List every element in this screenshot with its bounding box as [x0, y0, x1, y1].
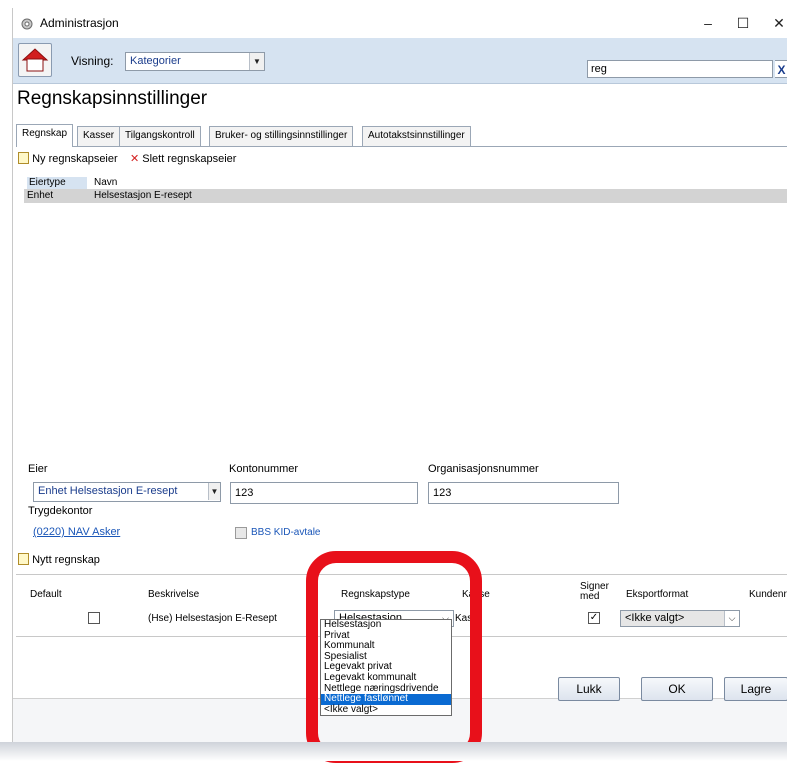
new-document-icon [18, 152, 29, 164]
lagre-button[interactable]: Lagre [724, 677, 787, 701]
column-signer: Signer med [580, 581, 609, 602]
column-beskrivelse: Beskrivelse [148, 589, 200, 600]
close-button[interactable]: ✕ [765, 12, 787, 34]
eier-select[interactable]: Enhet Helsestasjon E-resept ▼ [33, 482, 221, 502]
column-default: Default [30, 589, 62, 600]
tab-regnskap[interactable]: Regnskap [16, 124, 74, 147]
maximize-button[interactable]: ☐ [729, 12, 757, 34]
search-clear-button[interactable]: X [775, 60, 787, 78]
column-navn[interactable]: Navn [94, 177, 117, 188]
window-title: Administrasjon [40, 16, 119, 30]
lukk-button[interactable]: Lukk [558, 677, 620, 701]
column-eiertype[interactable]: Eiertype [27, 177, 87, 189]
orgnr-input[interactable]: 123 [428, 482, 619, 504]
dropdown-arrow-icon: ▼ [249, 53, 264, 70]
new-document-icon [18, 553, 29, 565]
column-kundenr: Kundenr [749, 589, 787, 600]
grid-header: Eiertype Navn [24, 176, 787, 189]
ok-button[interactable]: OK [641, 677, 713, 701]
visning-value: Kategorier [130, 55, 181, 67]
bbs-label: BBS KID-avtale [251, 527, 321, 538]
visning-label: Visning: [71, 54, 114, 68]
trygdekontor-link[interactable]: (0220) NAV Asker [33, 526, 120, 538]
minimize-button[interactable]: – [694, 12, 722, 34]
cell-navn: Helsestasjon E-resept [94, 190, 192, 201]
kontonummer-input[interactable]: 123 [230, 482, 418, 504]
new-account-command[interactable]: Nytt regnskap [18, 553, 100, 566]
new-owner-command[interactable]: Ny regnskapseier [18, 152, 118, 165]
default-checkbox[interactable] [88, 612, 100, 624]
new-owner-label: Ny regnskapseier [32, 153, 118, 165]
eier-label: Eier [28, 463, 48, 475]
cell-beskrivelse: (Hse) Helsestasjon E-Resept [148, 613, 277, 624]
signer-checkbox[interactable]: ✓ [588, 612, 600, 624]
tab-bruker-stillinger[interactable]: Bruker- og stillingsinnstillinger [209, 126, 354, 146]
cell-eiertype: Enhet [27, 190, 54, 201]
home-icon [21, 48, 49, 72]
tab-tilgangskontroll[interactable]: Tilgangskontroll [119, 126, 201, 146]
chevron-down-icon: ⌵ [724, 611, 739, 626]
column-eksportformat: Eksportformat [626, 589, 689, 600]
toolbar: Visning: Kategorier ▼ reg X [13, 38, 787, 84]
trygdekontor-label: Trygdekontor [28, 505, 93, 517]
window-shadow [0, 742, 787, 761]
visning-select[interactable]: Kategorier ▼ [125, 52, 265, 71]
tab-autotakst[interactable]: Autotakstsinnstillinger [362, 126, 471, 146]
eksportformat-select[interactable]: <Ikke valgt> ⌵ [620, 610, 740, 627]
owners-grid: Eiertype Navn Enhet Helsestasjon E-resep… [24, 176, 787, 458]
page-title: Regnskapsinnstillinger [17, 88, 208, 109]
search-input[interactable]: reg [587, 60, 773, 78]
new-account-label: Nytt regnskap [32, 554, 100, 566]
bbs-checkbox[interactable] [235, 527, 247, 539]
kontonummer-label: Kontonummer [229, 463, 299, 475]
delete-owner-command[interactable]: ✕ Slett regnskapseier [130, 152, 236, 165]
annotation-highlight-ring [306, 551, 482, 763]
tab-kasser[interactable]: Kasser [77, 126, 121, 146]
orgnr-label: Organisasjonsnummer [428, 463, 539, 475]
dropdown-arrow-icon: ▼ [208, 483, 220, 500]
home-button[interactable] [18, 43, 52, 77]
title-bar: Administrasjon – ☐ ✕ [13, 8, 787, 38]
gear-icon [19, 16, 35, 32]
eksportformat-value: <Ikke valgt> [625, 612, 685, 624]
delete-owner-label: Slett regnskapseier [142, 153, 237, 165]
table-row[interactable]: Enhet Helsestasjon E-resept [24, 189, 787, 203]
delete-icon: ✕ [130, 153, 140, 165]
eier-value: Enhet Helsestasjon E-resept [38, 485, 178, 497]
